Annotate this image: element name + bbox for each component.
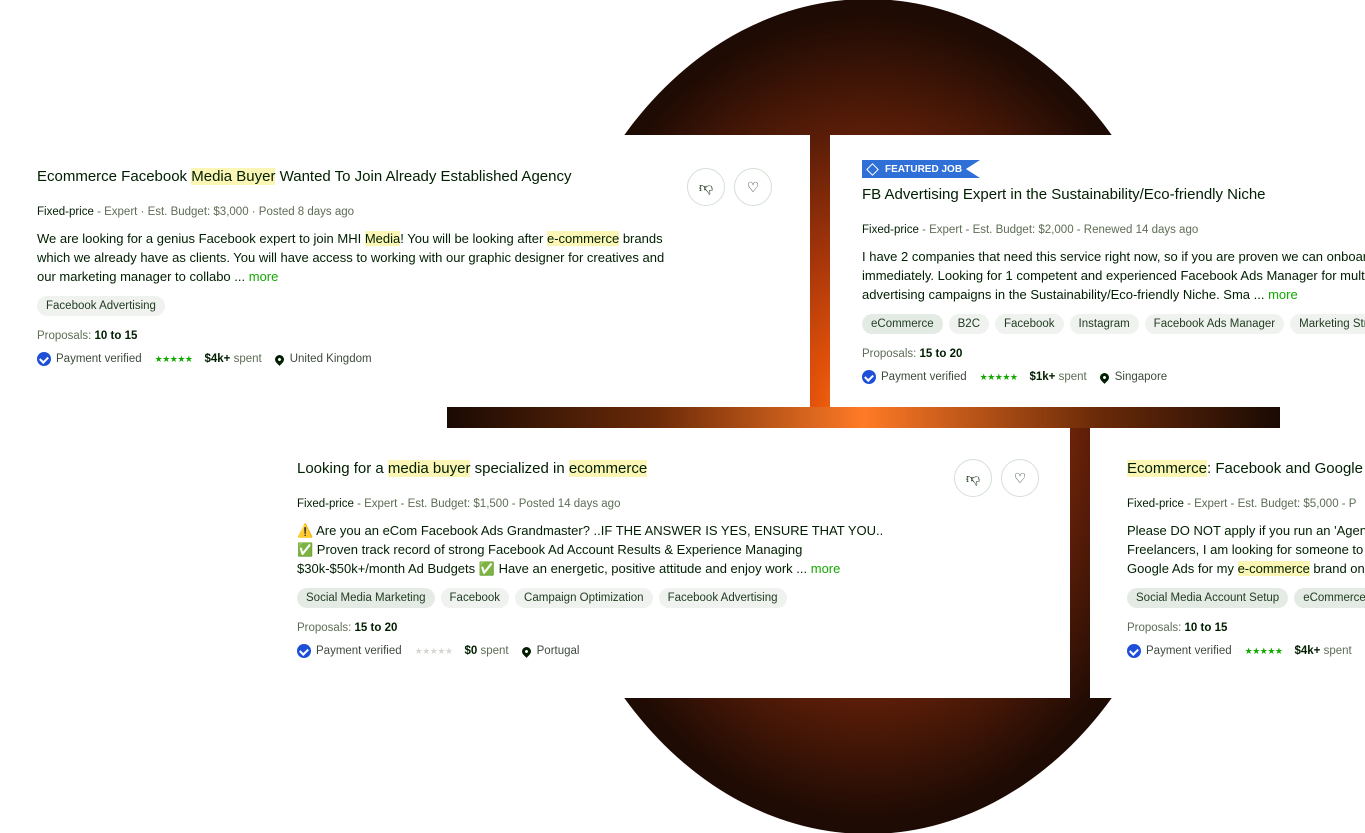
rating-stars: ★★★★★ bbox=[979, 371, 1018, 382]
client-spent: $1k+ spent bbox=[1029, 371, 1087, 383]
verified-check-icon bbox=[37, 352, 51, 366]
job-description: Please DO NOT apply if you run an 'Agenc… bbox=[1127, 523, 1365, 576]
client-location: Singapore bbox=[1097, 370, 1167, 384]
job-description: ⚠️ Are you an eCom Facebook Ads Grandmas… bbox=[297, 523, 884, 576]
skill-tag[interactable]: Facebook bbox=[995, 314, 1064, 334]
job-card[interactable]: Ecommerce Facebook Media Buyer Wanted To… bbox=[0, 135, 810, 407]
proposals: Proposals: 10 to 15 bbox=[1127, 622, 1228, 634]
rating-stars: ★★★★★ bbox=[154, 353, 193, 364]
skill-tag[interactable]: Social Media Account Setup bbox=[1127, 588, 1289, 608]
location-pin-icon bbox=[1097, 370, 1111, 384]
skill-tags: Facebook Advertising bbox=[37, 296, 677, 316]
proposals: Proposals: 15 to 20 bbox=[862, 348, 963, 360]
skill-tag[interactable]: Facebook Advertising bbox=[37, 296, 165, 316]
background-band bbox=[447, 407, 1280, 428]
more-link[interactable]: more bbox=[249, 269, 279, 284]
skill-tag[interactable]: Instagram bbox=[1069, 314, 1139, 334]
job-card[interactable]: FEATURED JOB FB Advertising Expert in th… bbox=[830, 135, 1365, 407]
dislike-button[interactable]: 👎︎ bbox=[687, 168, 725, 206]
skill-tag[interactable]: Facebook Advertising bbox=[658, 588, 787, 608]
rating-stars: ★★★★★ bbox=[414, 645, 453, 656]
dislike-button[interactable]: 👎︎ bbox=[954, 459, 992, 497]
skill-tags: Social Media Marketing Facebook Campaign O… bbox=[297, 588, 937, 608]
verified-check-icon bbox=[862, 370, 876, 384]
job-meta: Fixed-price - Expert - Est. Budget: $2,0… bbox=[862, 224, 1199, 236]
client-spent: $4k+ spent bbox=[1294, 645, 1352, 657]
skill-tag[interactable]: Facebook bbox=[440, 588, 510, 608]
skill-tag[interactable]: eCommerce bbox=[1294, 588, 1365, 608]
skill-tags: Social Media Account Setup eCommerce bbox=[1127, 588, 1365, 608]
job-description: I have 2 companies that need this servic… bbox=[862, 249, 1365, 302]
save-job-button[interactable]: ♡ bbox=[734, 168, 772, 206]
job-meta: Fixed-price - Expert · Est. Budget: $3,0… bbox=[37, 206, 355, 218]
job-meta: Fixed-price - Expert - Est. Budget: $1,5… bbox=[297, 498, 621, 510]
save-job-button[interactable]: ♡ bbox=[1001, 459, 1039, 497]
heart-icon: ♡ bbox=[746, 178, 760, 195]
payment-verified: Payment verified bbox=[1146, 645, 1232, 657]
heart-icon: ♡ bbox=[1013, 469, 1027, 486]
client-location: Portugal bbox=[519, 644, 579, 658]
location-pin-icon bbox=[519, 644, 533, 658]
client-info: Payment verified ★★★★★ $4k+ spent United… bbox=[37, 352, 677, 366]
proposals: Proposals: 10 to 15 bbox=[37, 330, 138, 342]
job-title[interactable]: Ecommerce: Facebook and Google bbox=[1127, 459, 1365, 479]
skill-tag[interactable]: Facebook Ads Manager bbox=[1144, 314, 1285, 334]
job-description: We are looking for a genius Facebook exp… bbox=[37, 231, 665, 284]
skill-tag[interactable]: Marketing Strategy bbox=[1290, 314, 1365, 334]
client-info: Payment verified ★★★★★ $4k+ spent bbox=[1127, 644, 1365, 658]
client-spent: $4k+ spent bbox=[204, 353, 262, 365]
client-spent: $0 spent bbox=[464, 645, 509, 657]
verified-check-icon bbox=[1127, 644, 1141, 658]
payment-verified: Payment verified bbox=[316, 645, 402, 657]
payment-verified: Payment verified bbox=[56, 353, 142, 365]
job-title[interactable]: Ecommerce Facebook Media Buyer Wanted To… bbox=[37, 167, 677, 187]
job-meta: Fixed-price - Expert - Est. Budget: $5,0… bbox=[1127, 498, 1357, 510]
client-info: Payment verified ★★★★★ $1k+ spent Singap… bbox=[862, 370, 1365, 384]
skill-tag[interactable]: Social Media Marketing bbox=[297, 588, 435, 608]
skill-tag[interactable]: B2C bbox=[948, 314, 990, 334]
client-location: United Kingdom bbox=[272, 352, 372, 366]
more-link[interactable]: more bbox=[1268, 287, 1298, 302]
payment-verified: Payment verified bbox=[881, 371, 967, 383]
more-link[interactable]: more bbox=[811, 561, 841, 576]
skill-tags: eCommerce B2C Facebook Instagram Facebook Ad… bbox=[862, 314, 1365, 334]
thumbs-down-icon: 👎︎ bbox=[698, 178, 714, 195]
job-title[interactable]: FB Advertising Expert in the Sustainabil… bbox=[862, 185, 1365, 205]
verified-check-icon bbox=[297, 644, 311, 658]
skill-tag[interactable]: eCommerce bbox=[862, 314, 943, 334]
job-card[interactable]: Ecommerce: Facebook and Google Fixed-pri… bbox=[1090, 428, 1365, 698]
rating-stars: ★★★★★ bbox=[1244, 645, 1283, 656]
thumbs-down-icon: 👎︎ bbox=[965, 469, 981, 486]
skill-tag[interactable]: Campaign Optimization bbox=[515, 588, 653, 608]
gem-icon bbox=[866, 162, 879, 176]
proposals: Proposals: 15 to 20 bbox=[297, 622, 398, 634]
client-info: Payment verified ★★★★★ $0 spent Portugal bbox=[297, 644, 937, 658]
job-title[interactable]: Looking for a media buyer specialized in… bbox=[297, 459, 937, 479]
featured-badge: FEATURED JOB bbox=[862, 160, 981, 178]
job-card[interactable]: Looking for a media buyer specialized in… bbox=[0, 428, 1070, 698]
location-pin-icon bbox=[272, 352, 286, 366]
